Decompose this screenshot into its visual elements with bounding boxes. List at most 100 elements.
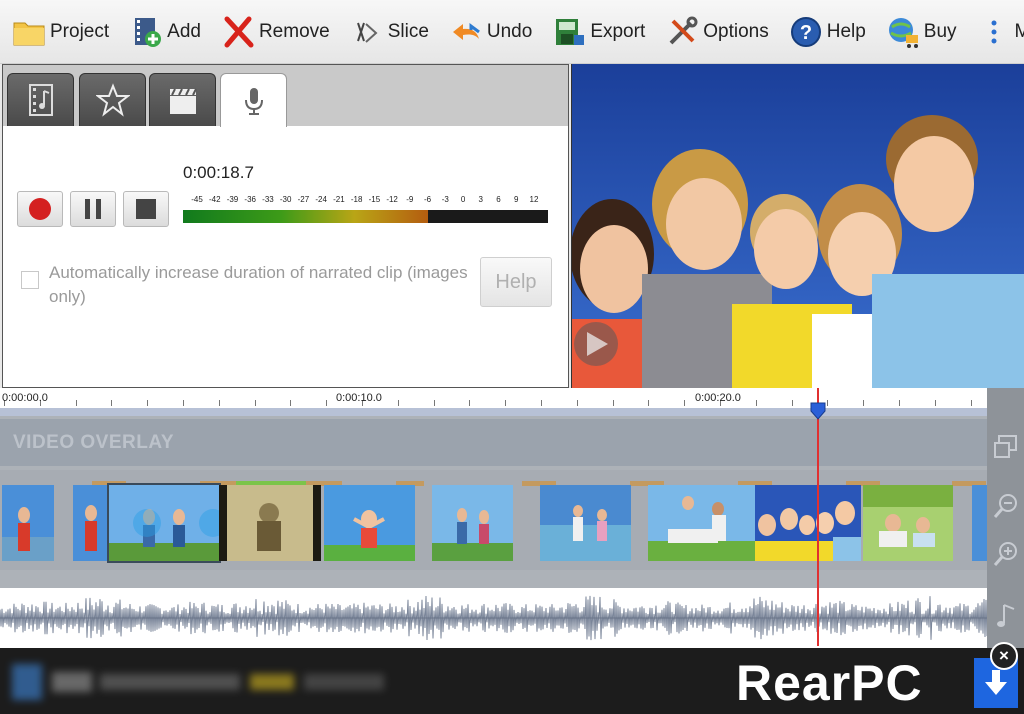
meter-scale-label: -21 (333, 195, 345, 204)
time-label-20: 0:00:20.0 (695, 392, 741, 404)
slice-button[interactable]: Slice (348, 10, 439, 54)
ruler-tick (541, 400, 542, 406)
options-button[interactable]: Options (663, 10, 778, 54)
timeline-clip[interactable] (324, 485, 415, 561)
meter-scale-label: -12 (386, 195, 398, 204)
playhead-handle-icon[interactable] (810, 402, 826, 420)
meter-scale-label: -18 (350, 195, 363, 204)
buy-button[interactable]: Buy (884, 10, 967, 54)
timeline-clip[interactable] (540, 485, 631, 561)
ruler-tick (863, 400, 865, 406)
meter-scale-label: -3 (441, 195, 449, 204)
record-icon (29, 198, 51, 220)
remove-x-icon (224, 16, 254, 47)
ruler-tick (147, 400, 149, 406)
add-button[interactable]: Add (127, 10, 211, 54)
video-overlay-track[interactable]: VIDEO OVERLAY (0, 419, 987, 466)
timeline[interactable]: 0:00:00.0 0:00:10.0 0:00:20.0 VIDEO OVER… (0, 388, 1024, 648)
slice-icon (356, 22, 378, 43)
add-label: Add (167, 20, 201, 42)
undo-label: Undo (486, 20, 533, 42)
stop-button[interactable] (123, 191, 169, 227)
tab-scenes[interactable] (149, 73, 216, 126)
film-music-icon (28, 84, 53, 116)
timeline-clip[interactable] (2, 485, 54, 561)
tab-video-audio[interactable] (7, 73, 74, 126)
stop-icon (136, 199, 156, 219)
project-label: Project (50, 20, 110, 42)
more-label: More (1014, 20, 1024, 42)
timeline-side-tools (987, 388, 1024, 648)
export-icon (556, 18, 585, 45)
help-label: Help (826, 20, 866, 42)
download-arrow-icon (985, 670, 1007, 695)
project-button[interactable]: Project (10, 10, 119, 54)
audio-level-meter: -45 -42 -39 -36 -33 -30 -27 -24 -21 -18 -15 -12 -9 -6… (183, 195, 548, 223)
ruler-tick (970, 400, 972, 406)
ad-banner[interactable]: RearPC × (0, 642, 1024, 714)
ad-close-button[interactable]: × (990, 642, 1018, 670)
timeline-clip[interactable] (755, 485, 861, 561)
zoom-out-icon (993, 494, 1017, 518)
record-button[interactable] (17, 191, 63, 227)
ruler-tick (612, 400, 614, 406)
tab-narration[interactable] (220, 73, 287, 127)
meter-scale-label: -39 (226, 195, 239, 204)
auto-duration-checkbox[interactable] (21, 271, 39, 289)
time-ruler[interactable]: 0:00:00.0 0:00:10.0 0:00:20.0 (0, 388, 1008, 416)
narration-help-button[interactable]: Help (480, 257, 552, 307)
timeline-clip-selected[interactable] (107, 483, 221, 563)
timeline-clip[interactable] (73, 485, 109, 561)
more-vertical-icon (991, 20, 997, 43)
meter-scale-label: -9 (406, 195, 414, 204)
meter-scale-label: 9 (514, 195, 519, 204)
help-button[interactable]: ? Help (787, 10, 876, 54)
remove-label: Remove (258, 20, 330, 42)
overlay-toggle-button[interactable] (991, 432, 1020, 464)
pause-icon (85, 199, 101, 219)
video-preview[interactable] (571, 64, 1024, 388)
meter-scale-label: 0 (460, 195, 466, 204)
zoom-out-button[interactable] (991, 490, 1020, 522)
undo-button[interactable]: Undo (447, 10, 542, 54)
timeline-clip[interactable] (863, 485, 953, 561)
playhead[interactable] (810, 388, 826, 646)
meter-scale-label: -42 (208, 195, 221, 204)
meter-scale: -45 -42 -39 -36 -33 -30 -27 -24 -21 -18 -15 -12 -9 -6… (183, 195, 548, 209)
remove-button[interactable]: Remove (219, 10, 340, 54)
timeline-clip[interactable] (648, 485, 755, 561)
overlay-frames-icon (993, 435, 1017, 458)
options-label: Options (703, 20, 769, 42)
meter-scale-label: -45 (191, 195, 203, 204)
ruler-tick (290, 400, 292, 406)
meter-bar (183, 210, 548, 223)
ruler-tick (183, 400, 184, 406)
more-button[interactable]: More (975, 10, 1024, 54)
timeline-clip[interactable] (432, 485, 513, 561)
ruler-tick (684, 400, 686, 406)
zoom-in-button[interactable] (991, 538, 1020, 570)
ruler-tick (75, 400, 77, 406)
ruler-tick (576, 400, 578, 406)
pause-button[interactable] (70, 191, 116, 227)
microphone-icon (244, 87, 263, 115)
export-label: Export (590, 20, 646, 42)
ruler-tick (218, 400, 220, 406)
main-toolbar: Project Add Remove Slice Undo Export Opt… (0, 0, 1024, 64)
music-track-button[interactable] (991, 600, 1020, 632)
tab-effects[interactable] (79, 73, 146, 126)
meter-scale-label: -30 (279, 195, 292, 204)
export-button[interactable]: Export (550, 10, 655, 54)
video-track[interactable] (0, 470, 987, 570)
timeline-clip[interactable] (972, 485, 987, 561)
preview-image (572, 64, 1024, 388)
star-icon (95, 83, 130, 117)
meter-scale-label: -33 (262, 195, 274, 204)
auto-duration-label: Automatically increase duration of narra… (49, 263, 468, 306)
globe-cart-icon (888, 17, 918, 48)
meter-scale-label: 3 (478, 195, 484, 204)
timeline-clip[interactable] (219, 485, 321, 561)
buy-label: Buy (923, 20, 957, 42)
audio-track[interactable] (0, 588, 988, 648)
add-film-icon (135, 17, 162, 47)
